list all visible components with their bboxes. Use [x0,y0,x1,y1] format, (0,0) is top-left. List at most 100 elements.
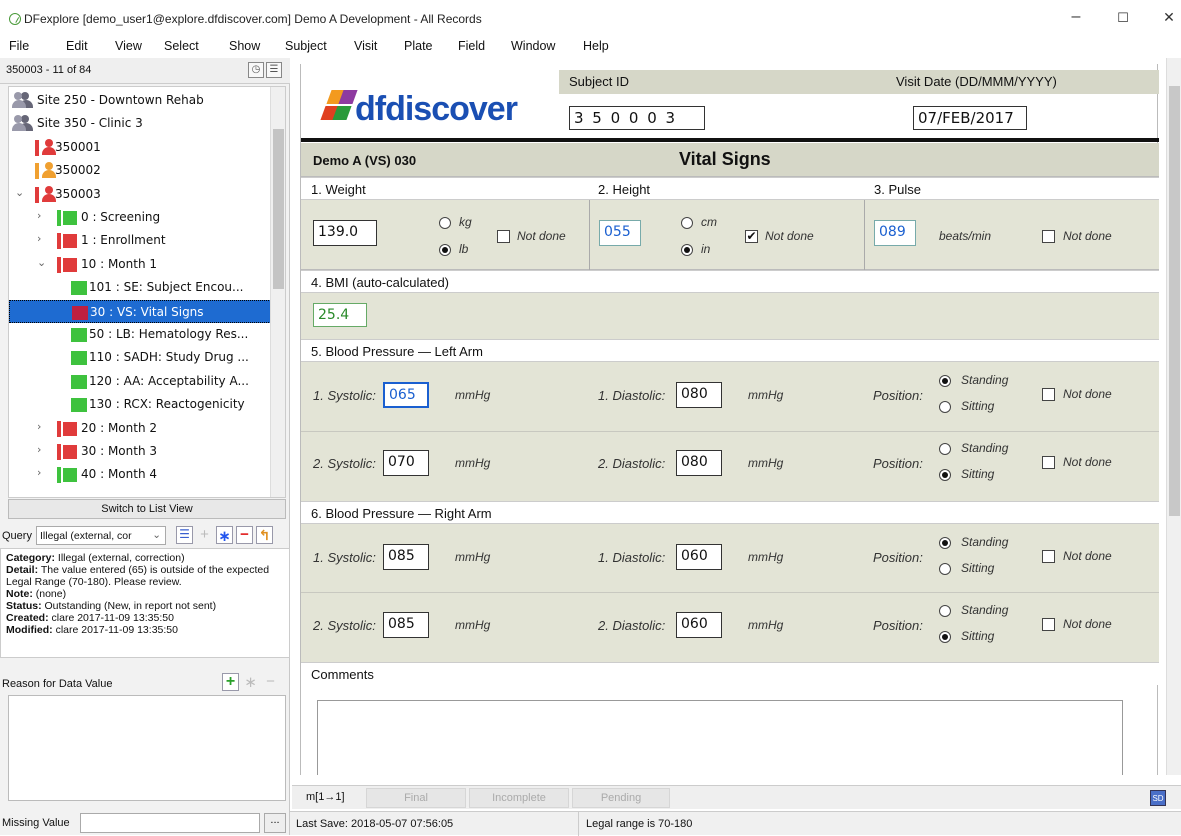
weight-input[interactable]: 139.0 [313,220,377,246]
right-systolic-2-input[interactable]: 085 [383,612,429,638]
add-query-icon[interactable]: + [196,526,213,544]
record-tree[interactable]: Site 250 - Downtown Rehab Site 350 - Clin… [8,86,286,498]
missing-value-input[interactable] [80,813,260,833]
tree-item[interactable]: › 40 : Month 4 [9,463,271,486]
left-2-sitting-radio[interactable] [939,469,951,481]
left-2-standing-radio[interactable] [939,443,951,455]
row-divider [301,592,1159,593]
collapse-arrow-icon[interactable]: ⌄ [37,256,46,269]
left-systolic-2-input[interactable]: 070 [383,450,429,476]
menu-field[interactable]: Field [458,39,485,53]
right-diastolic-1-input[interactable]: 060 [676,544,722,570]
right-2-sitting-radio[interactable] [939,631,951,643]
collapse-arrow-icon[interactable]: ⌄ [15,186,24,199]
menu-select[interactable]: Select [164,39,199,53]
visit-date-field[interactable]: 07/FEB/2017 [913,106,1027,130]
left-2-not-done-checkbox[interactable] [1042,456,1055,469]
weight-not-done-checkbox[interactable] [497,230,510,243]
left-1-not-done-checkbox[interactable] [1042,388,1055,401]
expand-arrow-icon[interactable]: › [37,420,41,433]
col-divider [864,200,865,270]
expand-arrow-icon[interactable]: › [37,232,41,245]
list-view-icon[interactable]: ☰ [266,62,282,78]
expand-arrow-icon[interactable]: › [37,443,41,456]
left-systolic-1-input[interactable]: 065 [383,382,429,408]
incomplete-button[interactable]: Incomplete [469,788,569,808]
maximize-button[interactable]: ☐ [1111,10,1135,26]
form-scrollbar[interactable] [1166,58,1181,775]
subject-id-field[interactable]: 3 5 0 0 0 3 [569,106,705,130]
tree-item[interactable]: › 1 : Enrollment [9,229,271,252]
right-2-not-done-checkbox[interactable] [1042,618,1055,631]
tree-item[interactable]: 101 : SE: Subject Encou... [9,276,271,299]
tree-item[interactable]: 350001 [9,136,271,159]
left-diastolic-1-input[interactable]: 080 [676,382,722,408]
edit-query-icon[interactable]: ∗ [216,526,233,545]
menu-subject[interactable]: Subject [285,39,327,53]
left-diastolic-2-input[interactable]: 080 [676,450,722,476]
tree-scroll-thumb[interactable] [273,129,284,289]
tree-item[interactable]: 130 : RCX: Reactogenicity [9,393,271,416]
right-diastolic-2-input[interactable]: 060 [676,612,722,638]
tree-item[interactable]: ⌄ 10 : Month 1 [9,253,271,276]
menu-file[interactable]: File [9,39,29,53]
height-unit-in-radio[interactable] [681,244,693,256]
menu-window[interactable]: Window [511,39,555,53]
tree-scrollbar[interactable] [270,87,285,497]
comments-textarea[interactable] [317,700,1123,775]
tree-item-label: 30 : VS: Vital Signs [90,304,204,319]
tree-item[interactable]: 120 : AA: Acceptability A... [9,370,271,393]
left-1-sitting-radio[interactable] [939,401,951,413]
tree-item[interactable]: 50 : LB: Hematology Res... [9,323,271,346]
menu-visit[interactable]: Visit [354,39,377,53]
right-systolic-1-input[interactable]: 085 [383,544,429,570]
left-1-standing-radio[interactable] [939,375,951,387]
close-button[interactable]: ✕ [1157,9,1181,26]
menu-help[interactable]: Help [583,39,609,53]
weight-unit-lb-radio[interactable] [439,244,451,256]
sd-icon[interactable]: SD [1150,790,1166,806]
pulse-input[interactable]: 089 [874,220,916,246]
query-type-select[interactable]: Illegal (external, cor ⌄ [36,526,166,545]
menu-plate[interactable]: Plate [404,39,433,53]
tree-item[interactable]: › 0 : Screening [9,206,271,229]
tree-item[interactable]: Site 350 - Clinic 3 [9,112,271,135]
form-area: dfdiscover Subject ID Visit Date (DD/MMM… [292,58,1161,775]
menu-view[interactable]: View [115,39,142,53]
reason-text-area[interactable] [8,695,286,801]
tree-item[interactable]: ⌄ 350003 [9,183,271,206]
tree-item[interactable]: 30 : VS: Vital Signs [9,299,271,323]
height-input[interactable]: 055 [599,220,641,246]
height-not-done-checkbox[interactable]: ✔ [745,230,758,243]
pending-button[interactable]: Pending [572,788,670,808]
tree-item[interactable]: 350002 [9,159,271,182]
right-1-sitting-radio[interactable] [939,563,951,575]
delete-query-icon[interactable]: − [236,526,253,544]
expand-arrow-icon[interactable]: › [37,466,41,479]
form-scroll-thumb[interactable] [1169,86,1180,516]
query-details-icon[interactable]: ☰ [176,526,193,544]
switch-to-list-view-button[interactable]: Switch to List View [8,499,286,519]
edit-reason-icon[interactable]: ∗ [242,673,259,691]
right-1-standing-radio[interactable] [939,537,951,549]
weight-unit-kg-radio[interactable] [439,217,451,229]
delete-reason-icon[interactable]: − [262,673,279,691]
height-unit-cm-radio[interactable] [681,217,693,229]
bmi-label: 4. BMI (auto-calculated) [311,275,450,290]
expand-arrow-icon[interactable]: › [37,209,41,222]
undo-query-icon[interactable]: ↰ [256,526,273,544]
pulse-not-done-checkbox[interactable] [1042,230,1055,243]
minimize-button[interactable]: – [1064,8,1088,26]
add-reason-icon[interactable]: + [222,673,239,691]
tree-item[interactable]: Site 250 - Downtown Rehab [9,89,271,112]
menu-show[interactable]: Show [229,39,260,53]
tree-item[interactable]: › 20 : Month 2 [9,417,271,440]
calendar-icon[interactable]: ◷ [248,62,264,78]
right-1-not-done-checkbox[interactable] [1042,550,1055,563]
right-2-standing-radio[interactable] [939,605,951,617]
tree-item[interactable]: › 30 : Month 3 [9,440,271,463]
final-button[interactable]: Final [366,788,466,808]
missing-value-browse-button[interactable]: ... [264,813,286,833]
tree-item[interactable]: 110 : SADH: Study Drug ... [9,346,271,369]
menu-edit[interactable]: Edit [66,39,88,53]
